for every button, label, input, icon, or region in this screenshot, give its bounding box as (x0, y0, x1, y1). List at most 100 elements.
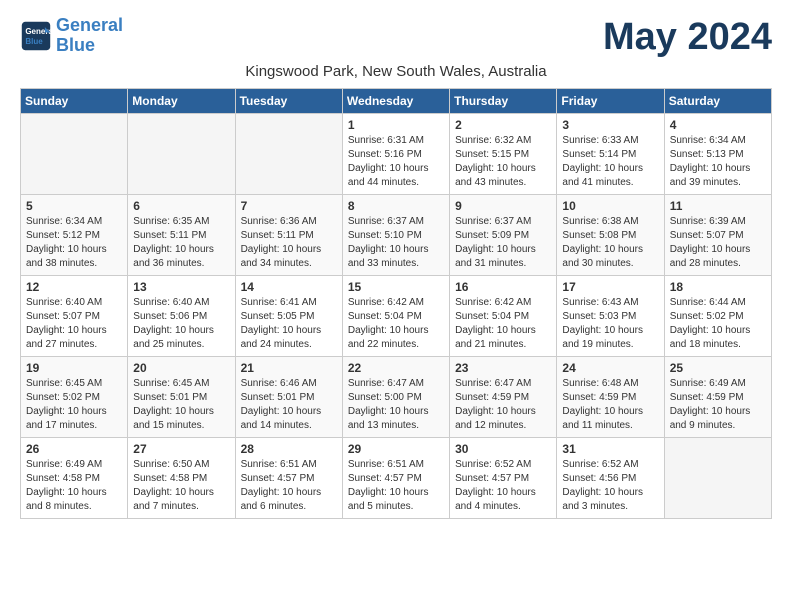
day-info: Sunrise: 6:52 AM Sunset: 4:56 PM Dayligh… (562, 458, 658, 514)
day-info: Sunrise: 6:39 AM Sunset: 5:07 PM Dayligh… (670, 215, 766, 271)
day-info: Sunrise: 6:45 AM Sunset: 5:02 PM Dayligh… (26, 377, 122, 433)
day-number: 9 (455, 199, 551, 213)
day-number: 28 (241, 442, 337, 456)
day-info: Sunrise: 6:44 AM Sunset: 5:02 PM Dayligh… (670, 296, 766, 352)
day-cell: 26 Sunrise: 6:49 AM Sunset: 4:58 PM Dayli… (21, 438, 128, 519)
day-cell: 31 Sunrise: 6:52 AM Sunset: 4:56 PM Dayli… (557, 438, 664, 519)
day-number: 8 (348, 199, 444, 213)
day-info: Sunrise: 6:47 AM Sunset: 4:59 PM Dayligh… (455, 377, 551, 433)
day-info: Sunrise: 6:34 AM Sunset: 5:13 PM Dayligh… (670, 134, 766, 190)
day-info: Sunrise: 6:47 AM Sunset: 5:00 PM Dayligh… (348, 377, 444, 433)
day-number: 30 (455, 442, 551, 456)
day-cell: 16 Sunrise: 6:42 AM Sunset: 5:04 PM Dayli… (450, 276, 557, 357)
day-cell: 10Sunrise: 6:38 AM Sunset: 5:08 PM Dayli… (557, 195, 664, 276)
day-info: Sunrise: 6:51 AM Sunset: 4:57 PM Dayligh… (241, 458, 337, 514)
day-info: Sunrise: 6:40 AM Sunset: 5:06 PM Dayligh… (133, 296, 229, 352)
day-number: 6 (133, 199, 229, 213)
day-number: 29 (348, 442, 444, 456)
day-cell (128, 114, 235, 195)
day-number: 11 (670, 199, 766, 213)
day-info: Sunrise: 6:46 AM Sunset: 5:01 PM Dayligh… (241, 377, 337, 433)
day-cell: 2 Sunrise: 6:32 AM Sunset: 5:15 PM Daylig… (450, 114, 557, 195)
day-info: Sunrise: 6:38 AM Sunset: 5:08 PM Dayligh… (562, 215, 658, 271)
day-number: 25 (670, 361, 766, 375)
day-cell: 27Sunrise: 6:50 AM Sunset: 4:58 PM Dayli… (128, 438, 235, 519)
day-number: 14 (241, 280, 337, 294)
day-number: 2 (455, 118, 551, 132)
day-cell: 28 Sunrise: 6:51 AM Sunset: 4:57 PM Dayli… (235, 438, 342, 519)
calendar-table: SundayMondayTuesdayWednesdayThursdayFrid… (20, 88, 772, 519)
day-number: 5 (26, 199, 122, 213)
day-info: Sunrise: 6:42 AM Sunset: 5:04 PM Dayligh… (455, 296, 551, 352)
day-number: 23 (455, 361, 551, 375)
day-info: Sunrise: 6:43 AM Sunset: 5:03 PM Dayligh… (562, 296, 658, 352)
day-cell (21, 114, 128, 195)
day-number: 18 (670, 280, 766, 294)
location-subtitle: Kingswood Park, New South Wales, Austral… (20, 63, 772, 80)
day-number: 22 (348, 361, 444, 375)
day-cell: 23 Sunrise: 6:47 AM Sunset: 4:59 PM Dayli… (450, 357, 557, 438)
day-number: 15 (348, 280, 444, 294)
day-number: 13 (133, 280, 229, 294)
week-row-3: 12Sunrise: 6:40 AM Sunset: 5:07 PM Dayli… (21, 276, 772, 357)
day-info: Sunrise: 6:35 AM Sunset: 5:11 PM Dayligh… (133, 215, 229, 271)
calendar-title: May 2024 (603, 16, 772, 59)
day-number: 17 (562, 280, 658, 294)
day-info: Sunrise: 6:45 AM Sunset: 5:01 PM Dayligh… (133, 377, 229, 433)
day-info: Sunrise: 6:31 AM Sunset: 5:16 PM Dayligh… (348, 134, 444, 190)
svg-text:Blue: Blue (25, 37, 43, 46)
logo-text: General Blue (56, 16, 123, 56)
day-cell: 20 Sunrise: 6:45 AM Sunset: 5:01 PM Dayli… (128, 357, 235, 438)
day-cell: 24Sunrise: 6:48 AM Sunset: 4:59 PM Dayli… (557, 357, 664, 438)
day-info: Sunrise: 6:49 AM Sunset: 4:59 PM Dayligh… (670, 377, 766, 433)
header-row: SundayMondayTuesdayWednesdayThursdayFrid… (21, 89, 772, 114)
day-number: 16 (455, 280, 551, 294)
day-cell: 19 Sunrise: 6:45 AM Sunset: 5:02 PM Dayli… (21, 357, 128, 438)
header: General Blue General Blue May 2024 (20, 16, 772, 59)
day-number: 21 (241, 361, 337, 375)
logo-icon: General Blue (20, 20, 52, 52)
day-info: Sunrise: 6:33 AM Sunset: 5:14 PM Dayligh… (562, 134, 658, 190)
day-cell: 6 Sunrise: 6:35 AM Sunset: 5:11 PM Daylig… (128, 195, 235, 276)
day-number: 26 (26, 442, 122, 456)
page-container: General Blue General Blue May 2024 Kings… (20, 16, 772, 519)
header-thursday: Thursday (450, 89, 557, 114)
day-cell: 11 Sunrise: 6:39 AM Sunset: 5:07 PM Dayli… (664, 195, 771, 276)
header-saturday: Saturday (664, 89, 771, 114)
day-cell: 7 Sunrise: 6:36 AM Sunset: 5:11 PM Daylig… (235, 195, 342, 276)
day-cell: 15Sunrise: 6:42 AM Sunset: 5:04 PM Dayli… (342, 276, 449, 357)
day-number: 3 (562, 118, 658, 132)
day-number: 31 (562, 442, 658, 456)
day-cell: 18 Sunrise: 6:44 AM Sunset: 5:02 PM Dayli… (664, 276, 771, 357)
day-number: 7 (241, 199, 337, 213)
day-cell: 5Sunrise: 6:34 AM Sunset: 5:12 PM Daylig… (21, 195, 128, 276)
day-info: Sunrise: 6:37 AM Sunset: 5:09 PM Dayligh… (455, 215, 551, 271)
day-cell: 25 Sunrise: 6:49 AM Sunset: 4:59 PM Dayli… (664, 357, 771, 438)
day-cell: 13 Sunrise: 6:40 AM Sunset: 5:06 PM Dayli… (128, 276, 235, 357)
header-tuesday: Tuesday (235, 89, 342, 114)
day-cell: 8Sunrise: 6:37 AM Sunset: 5:10 PM Daylig… (342, 195, 449, 276)
day-info: Sunrise: 6:32 AM Sunset: 5:15 PM Dayligh… (455, 134, 551, 190)
day-cell: 30Sunrise: 6:52 AM Sunset: 4:57 PM Dayli… (450, 438, 557, 519)
day-cell: 3 Sunrise: 6:33 AM Sunset: 5:14 PM Daylig… (557, 114, 664, 195)
day-cell: 14 Sunrise: 6:41 AM Sunset: 5:05 PM Dayli… (235, 276, 342, 357)
week-row-5: 26 Sunrise: 6:49 AM Sunset: 4:58 PM Dayli… (21, 438, 772, 519)
day-info: Sunrise: 6:49 AM Sunset: 4:58 PM Dayligh… (26, 458, 122, 514)
day-cell: 22 Sunrise: 6:47 AM Sunset: 5:00 PM Dayli… (342, 357, 449, 438)
week-row-1: 1 Sunrise: 6:31 AM Sunset: 5:16 PM Daylig… (21, 114, 772, 195)
day-number: 20 (133, 361, 229, 375)
day-cell (235, 114, 342, 195)
day-number: 12 (26, 280, 122, 294)
header-sunday: Sunday (21, 89, 128, 114)
day-number: 1 (348, 118, 444, 132)
day-cell: 4Sunrise: 6:34 AM Sunset: 5:13 PM Daylig… (664, 114, 771, 195)
day-number: 19 (26, 361, 122, 375)
day-number: 27 (133, 442, 229, 456)
week-row-4: 19 Sunrise: 6:45 AM Sunset: 5:02 PM Dayli… (21, 357, 772, 438)
day-info: Sunrise: 6:36 AM Sunset: 5:11 PM Dayligh… (241, 215, 337, 271)
day-info: Sunrise: 6:51 AM Sunset: 4:57 PM Dayligh… (348, 458, 444, 514)
day-info: Sunrise: 6:41 AM Sunset: 5:05 PM Dayligh… (241, 296, 337, 352)
header-wednesday: Wednesday (342, 89, 449, 114)
week-row-2: 5Sunrise: 6:34 AM Sunset: 5:12 PM Daylig… (21, 195, 772, 276)
header-monday: Monday (128, 89, 235, 114)
